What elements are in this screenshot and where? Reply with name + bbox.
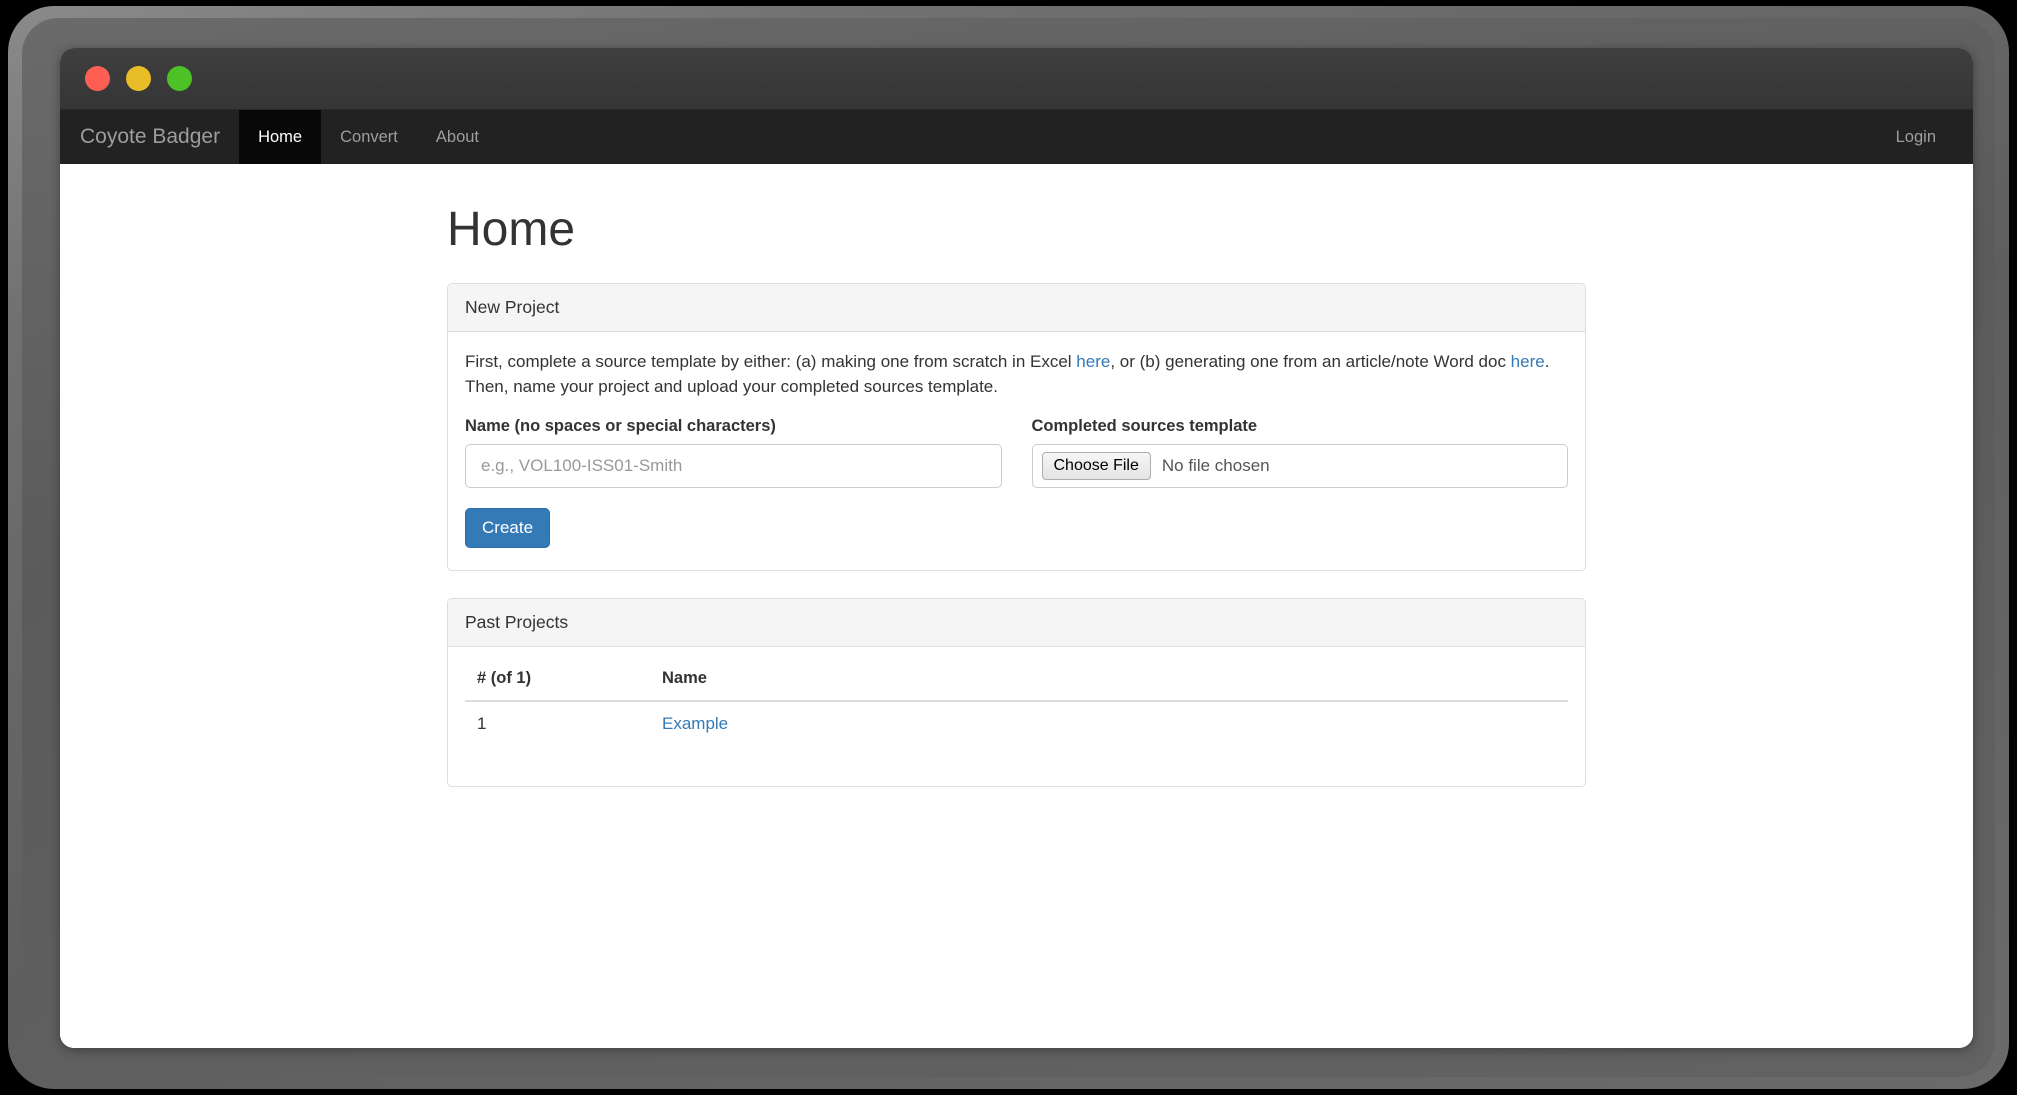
sources-template-label: Completed sources template <box>1032 417 1569 436</box>
column-header-name: Name <box>650 659 1568 701</box>
new-project-panel: New Project First, complete a source tem… <box>447 283 1586 571</box>
new-project-instructions: First, complete a source template by eit… <box>465 350 1568 400</box>
nav-item-login[interactable]: Login <box>1877 110 1955 164</box>
past-projects-panel-body: # (of 1) Name 1 Example <box>448 647 1585 786</box>
create-project-button[interactable]: Create <box>465 508 550 548</box>
past-projects-table-head: # (of 1) Name <box>465 659 1568 701</box>
nav-item-home[interactable]: Home <box>239 110 321 164</box>
new-project-form-row: Name (no spaces or special characters) C… <box>465 417 1568 488</box>
project-link-example[interactable]: Example <box>662 714 728 733</box>
choose-file-button[interactable]: Choose File <box>1042 452 1151 480</box>
sources-template-field-group: Completed sources template Choose File N… <box>1032 417 1569 488</box>
past-projects-panel-heading: Past Projects <box>448 599 1585 647</box>
word-doc-link[interactable]: here <box>1511 352 1545 371</box>
past-projects-table-body: 1 Example <box>465 701 1568 746</box>
navbar: Coyote Badger Home Convert About Login <box>60 110 1973 164</box>
past-projects-table: # (of 1) Name 1 Example <box>465 659 1568 746</box>
cell-index: 1 <box>465 701 650 746</box>
excel-template-link[interactable]: here <box>1076 352 1110 371</box>
file-status-text: No file chosen <box>1162 456 1270 476</box>
device-frame: Coyote Badger Home Convert About Login H… <box>8 6 2009 1089</box>
past-projects-panel: Past Projects # (of 1) Name <box>447 598 1586 787</box>
navbar-brand[interactable]: Coyote Badger <box>60 110 239 164</box>
close-window-button[interactable] <box>85 66 110 91</box>
project-name-label: Name (no spaces or special characters) <box>465 417 1002 436</box>
content-container: Home New Project First, complete a sourc… <box>447 164 1586 787</box>
instructions-part-2: , or (b) generating one from an article/… <box>1110 352 1510 371</box>
maximize-window-button[interactable] <box>167 66 192 91</box>
cell-name: Example <box>650 701 1568 746</box>
sources-template-file-input[interactable]: Choose File No file chosen <box>1032 444 1569 488</box>
project-name-input[interactable] <box>465 444 1002 488</box>
browser-window: Coyote Badger Home Convert About Login H… <box>60 48 1973 1048</box>
page-content: Home New Project First, complete a sourc… <box>60 164 1973 1048</box>
column-header-index: # (of 1) <box>465 659 650 701</box>
project-name-field-group: Name (no spaces or special characters) <box>465 417 1002 488</box>
nav-item-about[interactable]: About <box>417 110 498 164</box>
page-title: Home <box>447 204 1586 257</box>
table-header-row: # (of 1) Name <box>465 659 1568 701</box>
navbar-right-group: Login <box>1877 110 1973 164</box>
table-row: 1 Example <box>465 701 1568 746</box>
new-project-panel-body: First, complete a source template by eit… <box>448 332 1585 570</box>
new-project-panel-heading: New Project <box>448 284 1585 332</box>
instructions-part-1: First, complete a source template by eit… <box>465 352 1076 371</box>
window-titlebar <box>60 48 1973 110</box>
minimize-window-button[interactable] <box>126 66 151 91</box>
nav-item-convert[interactable]: Convert <box>321 110 417 164</box>
